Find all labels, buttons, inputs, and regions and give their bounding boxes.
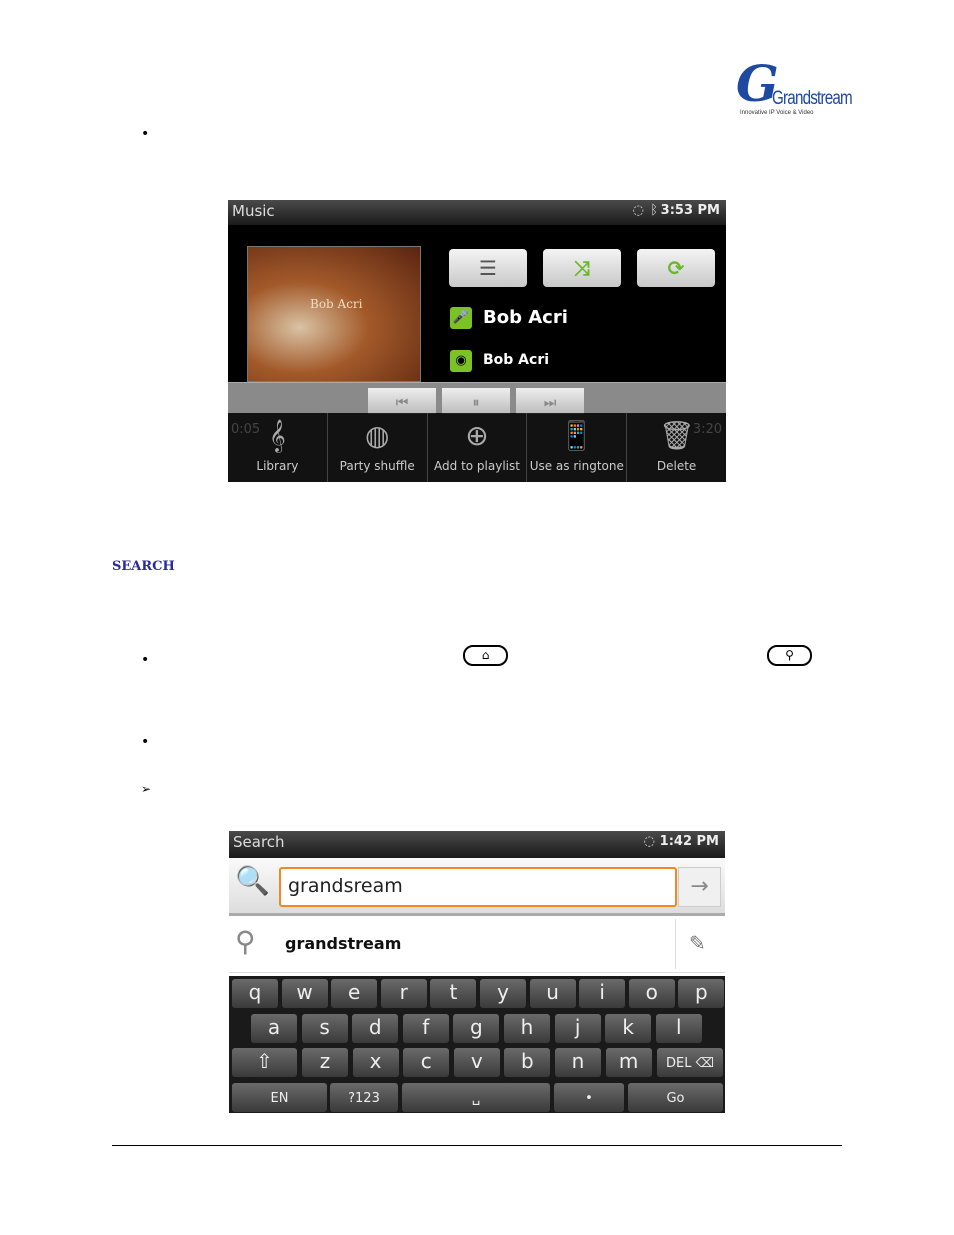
key[interactable]: z [302, 1048, 348, 1077]
elapsed-time: 0:05 [231, 422, 261, 437]
clock: 3:53 PM [660, 203, 720, 218]
app-title: Search [233, 833, 285, 851]
artist-icon: 🎤 [450, 307, 472, 329]
arrow-right-icon: → [690, 874, 709, 899]
duration: 3:20 [692, 422, 722, 437]
key[interactable]: r [380, 979, 427, 1008]
bullet: • [141, 652, 150, 668]
menu-item-party-shuffle[interactable]: ◍ Party shuffle [328, 413, 428, 482]
key[interactable]: t [430, 979, 477, 1008]
search-screenshot: Search ◌ 1:42 PM 🔍 grandsream → ⚲ grands… [229, 831, 725, 1113]
key[interactable]: DEL ⌫ [657, 1048, 723, 1077]
key[interactable]: l [655, 1014, 702, 1043]
key[interactable]: g [453, 1014, 500, 1043]
shuffle-button[interactable]: ⤨ [543, 249, 621, 287]
arrow-bullet: ➢ [141, 782, 152, 796]
next-button[interactable]: ⏭ [516, 388, 584, 414]
key[interactable]: n [555, 1048, 601, 1077]
key[interactable]: q [232, 979, 278, 1008]
bullet: • [141, 734, 150, 750]
menu-label: Party shuffle [339, 459, 415, 473]
ringtone-icon: 📱 [559, 419, 595, 452]
key[interactable]: w [281, 979, 328, 1008]
menu-label: Use as ringtone [529, 459, 624, 473]
key[interactable]: u [529, 979, 576, 1008]
menu-label: Library [256, 459, 299, 473]
key[interactable]: m [605, 1048, 652, 1077]
shuffle-icon: ⤨ [574, 256, 590, 280]
playlist-button[interactable]: ☰ [449, 249, 527, 287]
key[interactable]: f [402, 1014, 449, 1043]
key[interactable]: ?123 [330, 1083, 398, 1112]
album-art: Bob Acri [247, 246, 421, 382]
search-button-icon: ⚲ [767, 645, 812, 666]
section-heading: SEARCH [112, 559, 175, 574]
repeat-button[interactable]: ⟳ [637, 249, 715, 287]
app-title: Music [232, 202, 275, 220]
list-icon: ☰ [479, 256, 497, 280]
previous-button[interactable]: ⏮ [368, 388, 436, 414]
search-source-icon[interactable]: 🔍 [235, 864, 270, 897]
key[interactable]: ⇧ [232, 1048, 297, 1077]
search-bar: 🔍 grandsream → [229, 858, 725, 916]
home-button-icon: ⌂ [463, 645, 508, 666]
grandstream-logo: G Grandstream Innovative IP Voice & Video [736, 54, 853, 116]
key[interactable]: j [554, 1014, 601, 1043]
key[interactable]: i [579, 979, 626, 1008]
menu-item-add-to-playlist[interactable]: ⊕ Add to playlist [428, 413, 528, 482]
clock: 1:42 PM [659, 834, 719, 849]
key[interactable]: x [352, 1048, 399, 1077]
album-icon: ◉ [450, 350, 472, 372]
soft-keyboard: q w e r t y u i o p a s d f g h j k l ⇧ z x c v b n m DEL ⌫ EN ?123 ␣ •… [229, 976, 725, 1113]
key[interactable]: o [628, 979, 675, 1008]
add-icon: ⊕ [465, 419, 489, 452]
search-input[interactable]: grandsream [279, 867, 677, 907]
key[interactable]: k [605, 1014, 652, 1043]
artist-name: Bob Acri [483, 307, 568, 328]
go-button[interactable]: → [678, 867, 721, 907]
key[interactable]: Go [628, 1083, 723, 1112]
sync-icon: ◌ [632, 203, 644, 218]
key[interactable]: c [403, 1048, 450, 1077]
bluetooth-icon: ᛒ [650, 203, 658, 218]
key[interactable]: • [554, 1083, 624, 1112]
key[interactable]: y [480, 979, 526, 1008]
menu-label: Add to playlist [434, 459, 520, 473]
key[interactable]: b [504, 1048, 551, 1077]
repeat-icon: ⟳ [667, 256, 685, 280]
pause-button[interactable]: ⏸ [442, 388, 510, 414]
sync-icon: ◌ [643, 834, 655, 849]
key[interactable]: s [301, 1014, 348, 1043]
suggestion-row[interactable]: ⚲ grandstream ✎ [229, 919, 725, 973]
search-icon: ⚲ [235, 925, 256, 958]
menu-item-use-as-ringtone[interactable]: 📱 Use as ringtone [527, 413, 628, 482]
music-screenshot: Music ◌ ᛒ 3:53 PM Bob Acri ☰ ⤨ ⟳ 🎤 Bob A… [228, 200, 726, 482]
status-bar: Music ◌ ᛒ 3:53 PM [228, 200, 726, 225]
suggestion-text: grandstream [285, 934, 402, 953]
bullet: • [141, 126, 150, 142]
menu-label: Delete [656, 459, 697, 473]
key[interactable]: d [352, 1014, 399, 1043]
status-bar: Search ◌ 1:42 PM [229, 831, 725, 858]
key[interactable]: v [453, 1048, 500, 1077]
key[interactable]: EN [232, 1083, 327, 1112]
edit-pencil-icon[interactable]: ✎ [689, 931, 706, 955]
footer-rule [112, 1145, 842, 1146]
key[interactable]: e [331, 979, 378, 1008]
key[interactable]: p [678, 979, 725, 1008]
party-shuffle-icon: ◍ [364, 419, 390, 452]
album-name: Bob Acri [483, 352, 550, 368]
key[interactable]: ␣ [402, 1083, 550, 1112]
options-menu: 𝄞 Library ◍ Party shuffle ⊕ Add to playlist… [228, 413, 726, 482]
key[interactable]: h [504, 1014, 550, 1043]
key[interactable]: a [251, 1014, 297, 1043]
